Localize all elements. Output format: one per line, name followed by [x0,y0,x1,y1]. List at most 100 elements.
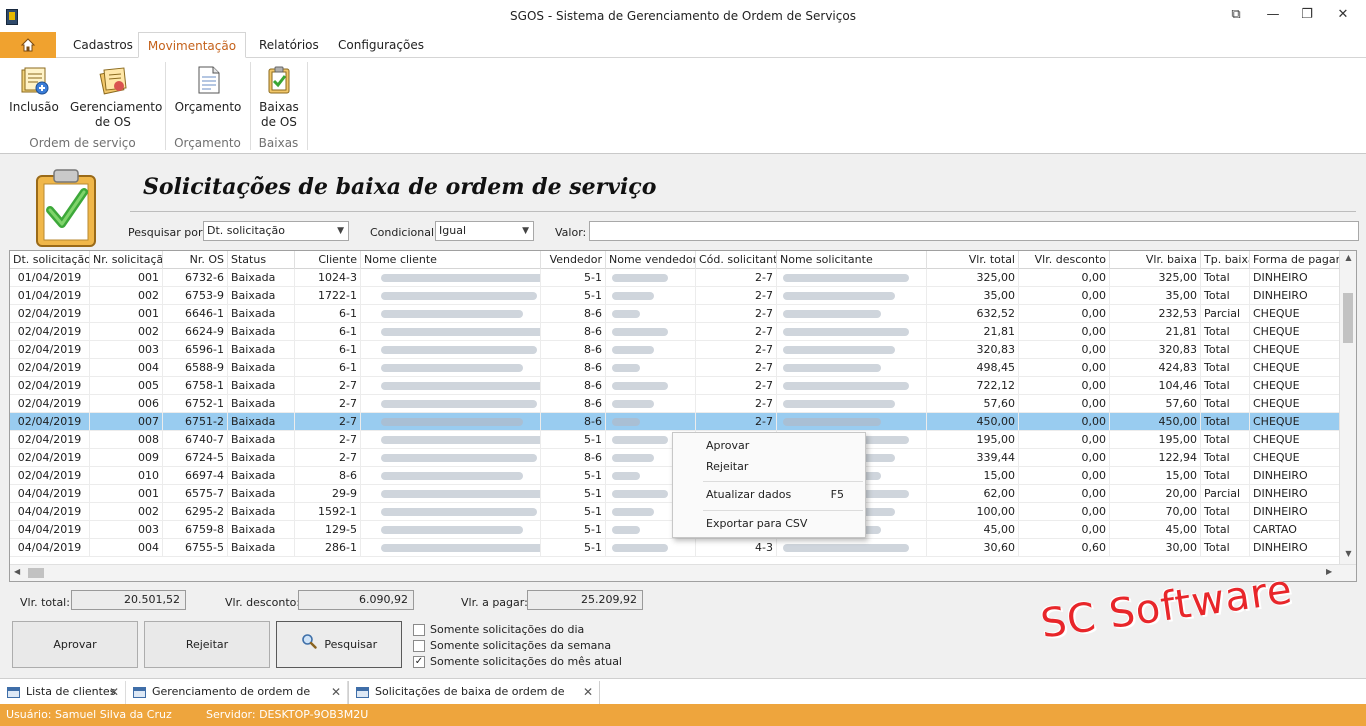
table-cell: 8-6 [541,359,606,377]
table-cell: Parcial [1201,485,1250,503]
tab-movimentacao[interactable]: Movimentação [138,32,246,58]
redacted-cell [777,341,927,359]
close-icon[interactable]: ✕ [331,681,341,703]
redacted-cell [606,305,696,323]
restore-icon[interactable]: ⧉ [1222,5,1250,25]
menu-item-exportar[interactable]: Exportar para CSV [674,514,864,534]
table-row[interactable]: 04/04/2019 004 6755-5 Baixada 286-1 5-1 4-3 30,… [10,539,1340,557]
table-row[interactable]: 02/04/2019 002 6624-9 Baixada 6-1 8-6 2-7 21,81… [10,323,1340,341]
close-button[interactable]: ✕ [1329,5,1357,25]
scroll-thumb[interactable] [1343,293,1353,343]
minimize-button[interactable]: — [1259,5,1287,25]
doc-tab-solicitacoes[interactable]: Solicitações de baixa de ordem de serviç… [348,681,600,720]
column-header[interactable]: Nome vendedor [606,251,696,269]
group-label-baixas: Baixas [258,136,299,150]
window-title: SGOS - Sistema de Gerenciamento de Ordem… [510,9,856,23]
table-cell: Total [1201,503,1250,521]
column-header[interactable]: Nome solicitante [777,251,927,269]
hscroll-thumb[interactable] [28,568,44,578]
redacted-cell [361,431,541,449]
redacted-cell [777,323,927,341]
table-cell: 29-9 [295,485,361,503]
table-cell: Baixada [228,431,295,449]
column-header[interactable]: Dt. solicitação [10,251,90,269]
menu-item-label: Exportar para CSV [706,517,808,530]
table-row[interactable]: 02/04/2019 005 6758-1 Baixada 2-7 8-6 2-7 722,1… [10,377,1340,395]
scroll-right-icon[interactable]: ▶ [1326,567,1332,576]
table-cell: Total [1201,413,1250,431]
redacted-text [612,400,654,408]
table-row[interactable]: 02/04/2019 007 6751-2 Baixada 2-7 8-6 2-7 450,0… [10,413,1340,431]
column-header[interactable]: Cód. solicitante [696,251,777,269]
column-header[interactable]: Nr. solicitação [90,251,163,269]
menu-item-rejeitar[interactable]: Rejeitar [674,457,864,477]
table-cell: 004 [90,359,163,377]
chevron-down-icon: ▼ [337,226,344,236]
table-cell: Total [1201,395,1250,413]
table-cell: 70,00 [1110,503,1201,521]
rejeitar-button[interactable]: Rejeitar [144,621,270,668]
doc-tab-lista-clientes[interactable]: Lista de clientes ✕ [0,681,126,705]
baixas-os-button[interactable]: Baixas de OS [258,64,300,130]
table-cell: 6753-9 [163,287,228,305]
column-header[interactable]: Vlr. total [927,251,1019,269]
column-header[interactable]: Nr. OS [163,251,228,269]
inclusao-button[interactable]: Inclusão [8,64,60,115]
content-panel: Solicitações de baixa de ordem de serviç… [0,154,1366,678]
close-icon[interactable]: ✕ [109,681,119,703]
table-cell: 02/04/2019 [10,377,90,395]
table-cell: 5-1 [541,521,606,539]
table-cell: 2-7 [696,269,777,287]
checkbox-box[interactable] [413,624,425,636]
maximize-button[interactable]: ❐ [1293,5,1321,25]
redacted-text [381,274,540,282]
tab-configuracoes[interactable]: Configurações [330,32,432,58]
table-cell: 4-3 [696,539,777,557]
gerenciamento-os-button[interactable]: Gerenciamento de OS [70,64,163,130]
checkbox-box[interactable] [413,640,425,652]
table-cell: CARTAO [1250,521,1340,539]
redacted-text [612,544,668,552]
table-cell: 6575-7 [163,485,228,503]
column-header[interactable]: Tp. baixa [1201,251,1250,269]
table-row[interactable]: 01/04/2019 002 6753-9 Baixada 1722-1 5-1 2-7 35… [10,287,1340,305]
column-header[interactable]: Vendedor [541,251,606,269]
tab-cadastros[interactable]: Cadastros [65,32,141,58]
tab-relatorios[interactable]: Relatórios [251,32,327,58]
pesquisar-button[interactable]: Pesquisar [276,621,402,668]
close-icon[interactable]: ✕ [583,681,593,703]
column-header[interactable]: Vlr. baixa [1110,251,1201,269]
check-icon[interactable]: ✓ [413,656,425,668]
doc-tab-gerenciamento[interactable]: Gerenciamento de ordem de serviço ✕ [126,681,348,720]
gerenciamento-label-1: Gerenciamento [70,100,163,114]
menu-item-label: Atualizar dados [706,488,792,501]
scroll-up-icon[interactable]: ▲ [1340,253,1356,262]
column-header[interactable]: Cliente [295,251,361,269]
table-row[interactable]: 02/04/2019 001 6646-1 Baixada 6-1 8-6 2-7 632,5… [10,305,1340,323]
column-header[interactable]: Nome cliente [361,251,541,269]
horizontal-scrollbar[interactable]: ◀ ▶ [10,564,1356,581]
scroll-left-icon[interactable]: ◀ [14,567,20,576]
vertical-scrollbar[interactable]: ▲ ▼ [1339,251,1356,565]
table-row[interactable]: 02/04/2019 006 6752-1 Baixada 2-7 8-6 2-7 57,60… [10,395,1340,413]
aprovar-button[interactable]: Aprovar [12,621,138,668]
column-header[interactable]: Forma de pagame [1250,251,1340,269]
table-row[interactable]: 02/04/2019 004 6588-9 Baixada 6-1 8-6 2-7 498,4… [10,359,1340,377]
condicional-select[interactable]: Igual ▼ [435,221,534,241]
home-tab[interactable] [0,32,56,58]
grid-header: Dt. solicitação Nr. solicitação Nr. OS Stat… [10,251,1340,269]
menu-item-atualizar[interactable]: Atualizar dados F5 [674,485,864,505]
orcamento-button[interactable]: Orçamento [174,64,242,115]
table-cell: 01/04/2019 [10,269,90,287]
table-row[interactable]: 01/04/2019 001 6732-6 Baixada 1024-3 5-1 2-7 32… [10,269,1340,287]
column-header[interactable]: Status [228,251,295,269]
menu-item-aprovar[interactable]: Aprovar [674,436,864,456]
menu-item-label: Rejeitar [706,460,749,473]
valor-input[interactable] [589,221,1359,241]
table-cell: 04/04/2019 [10,503,90,521]
pesquisar-select[interactable]: Dt. solicitação ▼ [203,221,349,241]
table-row[interactable]: 02/04/2019 003 6596-1 Baixada 6-1 8-6 2-7 320,8… [10,341,1340,359]
status-bar: Usuário: Samuel Silva da Cruz Servidor: … [0,704,1366,726]
scroll-down-icon[interactable]: ▼ [1340,549,1356,558]
column-header[interactable]: Vlr. desconto [1019,251,1110,269]
